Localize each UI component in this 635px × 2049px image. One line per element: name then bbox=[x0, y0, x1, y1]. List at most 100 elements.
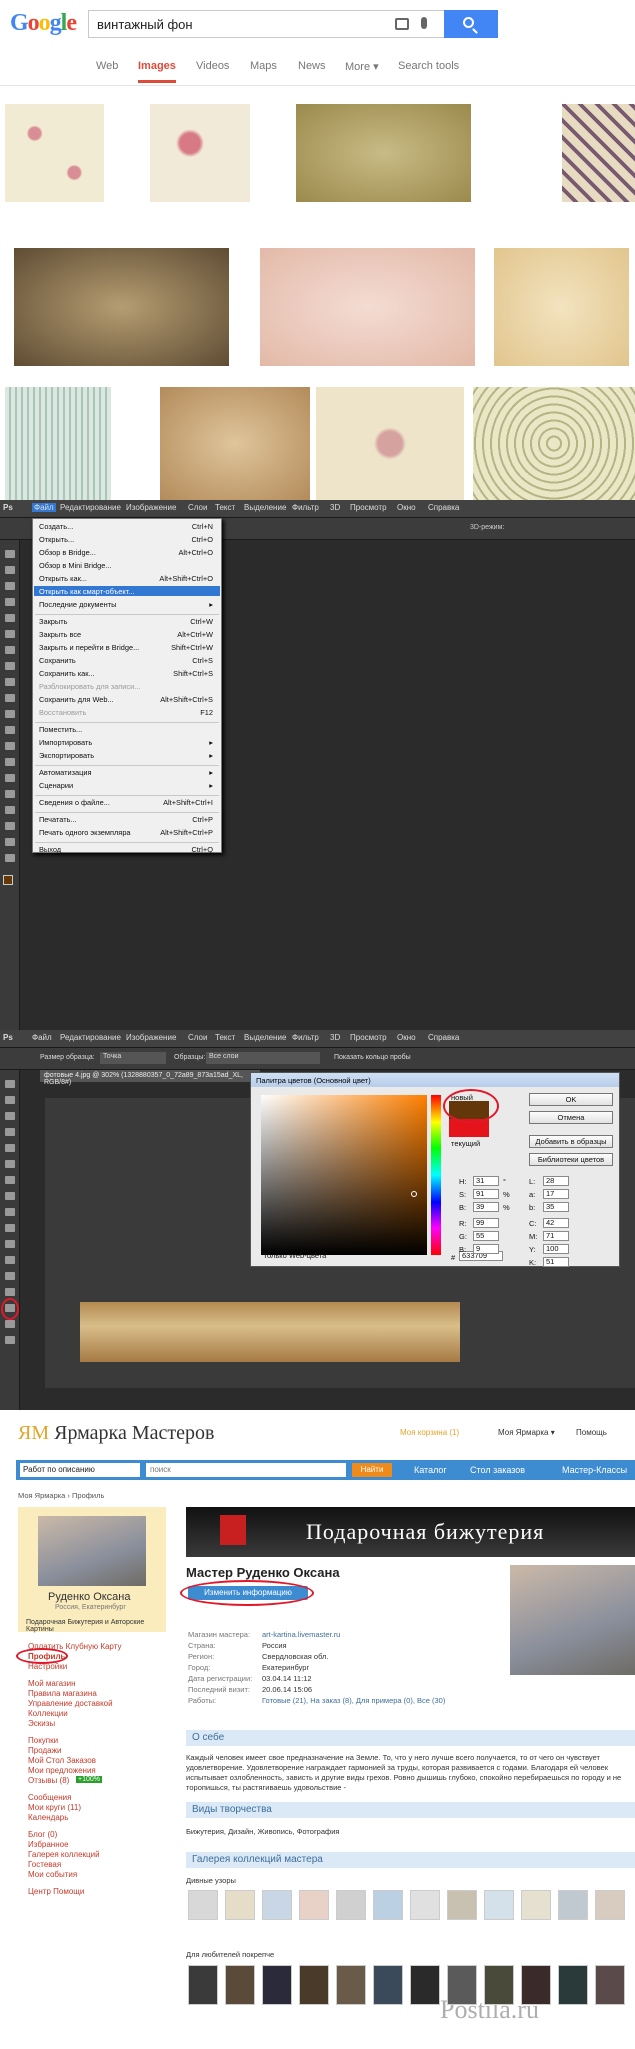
tab-web[interactable]: Web bbox=[96, 60, 118, 72]
color-field[interactable] bbox=[261, 1095, 427, 1255]
menu-window[interactable]: Окно bbox=[397, 503, 416, 512]
web-only-checkbox[interactable]: Только Web-цвета bbox=[263, 1251, 326, 1260]
dodge-tool-icon[interactable] bbox=[5, 1256, 15, 1264]
menu-item[interactable]: Создать... Ctrl+N bbox=[33, 522, 221, 532]
shape-tool-icon[interactable] bbox=[5, 822, 15, 830]
field-input[interactable]: 42 bbox=[543, 1218, 569, 1228]
crop-tool-icon[interactable] bbox=[5, 614, 15, 622]
collection-thumbnail[interactable] bbox=[447, 1965, 477, 2005]
cancel-button[interactable]: Отмена bbox=[529, 1111, 613, 1124]
nav-masterclasses[interactable]: Мастер-Классы bbox=[562, 1465, 627, 1475]
sidebar-link[interactable]: Избранное bbox=[28, 1840, 69, 1849]
menu-item[interactable]: Закрыть и перейти в Bridge... Shift+Ctrl+… bbox=[33, 643, 221, 653]
menu-item[interactable]: Сведения о файле... Alt+Shift+Ctrl+I bbox=[33, 798, 221, 808]
dodge-tool-icon[interactable] bbox=[5, 758, 15, 766]
collection-thumbnail[interactable] bbox=[299, 1890, 329, 1920]
sidebar-link[interactable]: Сообщения bbox=[28, 1793, 71, 1802]
nav-orders[interactable]: Стол заказов bbox=[470, 1465, 525, 1475]
google-logo[interactable]: Google bbox=[10, 10, 77, 37]
gradient-tool-icon[interactable] bbox=[5, 726, 15, 734]
field-input[interactable]: 28 bbox=[543, 1176, 569, 1186]
help-link[interactable]: Помощь bbox=[576, 1428, 607, 1437]
collection-thumbnail[interactable] bbox=[558, 1965, 588, 2005]
menu-select[interactable]: Выделение bbox=[244, 503, 286, 512]
profile-value[interactable]: art-kartina.livemaster.ru bbox=[262, 1630, 340, 1639]
path-select-tool-icon[interactable] bbox=[5, 806, 15, 814]
brush-tool-icon[interactable] bbox=[5, 662, 15, 670]
site-logo[interactable]: ЯМ Ярмарка Мастеров bbox=[18, 1422, 214, 1445]
menu-image[interactable]: Изображение bbox=[126, 1033, 176, 1042]
menu-item[interactable]: Автоматизация ▸ bbox=[33, 768, 221, 778]
master-photo[interactable] bbox=[510, 1565, 635, 1675]
field-input[interactable]: 55 bbox=[473, 1231, 499, 1241]
menu-view[interactable]: Просмотр bbox=[350, 1033, 387, 1042]
menu-item[interactable]: Поместить... bbox=[33, 725, 221, 735]
field-input[interactable]: 91 bbox=[473, 1189, 499, 1199]
menu-text[interactable]: Текст bbox=[215, 503, 235, 512]
menu-file[interactable]: Файл bbox=[32, 503, 56, 512]
camera-icon[interactable] bbox=[395, 18, 409, 30]
menu-item[interactable]: Экспортировать ▸ bbox=[33, 751, 221, 761]
collection-thumbnail[interactable] bbox=[336, 1965, 366, 2005]
menu-item[interactable]: Выход Ctrl+Q bbox=[33, 845, 221, 855]
collection-thumbnail[interactable] bbox=[484, 1965, 514, 2005]
tab-maps[interactable]: Maps bbox=[250, 60, 277, 72]
collection-thumbnail[interactable] bbox=[447, 1890, 477, 1920]
sample-size-select[interactable]: Точка bbox=[100, 1052, 166, 1064]
marquee-tool-icon[interactable] bbox=[5, 1096, 15, 1104]
collection-thumbnail[interactable] bbox=[410, 1890, 440, 1920]
blur-tool-icon[interactable] bbox=[5, 1240, 15, 1248]
menu-file[interactable]: Файл bbox=[32, 1033, 52, 1042]
menu-image[interactable]: Изображение bbox=[126, 503, 176, 512]
menu-3d[interactable]: 3D bbox=[330, 503, 340, 512]
menu-item[interactable]: Восстановить F12 bbox=[33, 708, 221, 718]
collection-thumbnail[interactable] bbox=[299, 1965, 329, 2005]
result-image[interactable] bbox=[5, 104, 104, 202]
field-input[interactable]: 39 bbox=[473, 1202, 499, 1212]
sidebar-link[interactable]: Мои круги (11) bbox=[28, 1803, 81, 1812]
menu-layers[interactable]: Слои bbox=[188, 1033, 207, 1042]
menu-item[interactable]: Сохранить как... Shift+Ctrl+S bbox=[33, 669, 221, 679]
collection-thumbnail[interactable] bbox=[595, 1890, 625, 1920]
menu-item[interactable]: Сохранить Ctrl+S bbox=[33, 656, 221, 666]
sidebar-link[interactable]: Галерея коллекций bbox=[28, 1850, 100, 1859]
field-input[interactable]: 9 bbox=[473, 1244, 499, 1254]
field-input[interactable]: 31 bbox=[473, 1176, 499, 1186]
result-image[interactable] bbox=[296, 104, 471, 202]
eyedropper-tool-icon[interactable] bbox=[5, 630, 15, 638]
field-input[interactable]: 100 bbox=[543, 1244, 569, 1254]
sidebar-link[interactable]: Мой Стол Заказов bbox=[28, 1756, 96, 1765]
move-tool-icon[interactable] bbox=[5, 1080, 15, 1088]
profile-value[interactable]: Готовые (21), На заказ (8), Для примера … bbox=[262, 1696, 445, 1705]
collection-thumbnail[interactable] bbox=[595, 1965, 625, 2005]
tab-news[interactable]: News bbox=[298, 60, 326, 72]
brush-tool-icon[interactable] bbox=[5, 1176, 15, 1184]
result-image[interactable] bbox=[473, 387, 635, 500]
lasso-tool-icon[interactable] bbox=[5, 1112, 15, 1120]
collection-thumbnail[interactable] bbox=[188, 1890, 218, 1920]
sidebar-link[interactable]: Мои предложения bbox=[28, 1766, 96, 1775]
result-image[interactable] bbox=[562, 104, 635, 202]
menu-item[interactable]: Открыть... Ctrl+O bbox=[33, 535, 221, 545]
sidebar-link[interactable]: Покупки bbox=[28, 1736, 58, 1745]
type-tool-icon[interactable] bbox=[5, 790, 15, 798]
collection-thumbnail[interactable] bbox=[521, 1965, 551, 2005]
collection-thumbnail[interactable] bbox=[410, 1965, 440, 2005]
collection-thumbnail[interactable] bbox=[336, 1890, 366, 1920]
blur-tool-icon[interactable] bbox=[5, 742, 15, 750]
menu-select[interactable]: Выделение bbox=[244, 1033, 286, 1042]
result-image[interactable] bbox=[5, 387, 111, 500]
field-input[interactable]: 51 bbox=[543, 1257, 569, 1267]
add-to-swatches-button[interactable]: Добавить в образцы bbox=[529, 1135, 613, 1148]
sidebar-link[interactable]: Коллекции bbox=[28, 1709, 68, 1718]
heal-tool-icon[interactable] bbox=[5, 646, 15, 654]
microphone-icon[interactable] bbox=[421, 17, 427, 29]
color-cursor[interactable] bbox=[411, 1191, 417, 1197]
menu-help[interactable]: Справка bbox=[428, 503, 459, 512]
menu-item[interactable]: Обзор в Mini Bridge... bbox=[33, 561, 221, 571]
collection-thumbnail[interactable] bbox=[558, 1890, 588, 1920]
menu-view[interactable]: Просмотр bbox=[350, 503, 387, 512]
menu-edit[interactable]: Редактирование bbox=[60, 1033, 121, 1042]
menu-item[interactable]: Открыть как... Alt+Shift+Ctrl+O bbox=[33, 574, 221, 584]
collection-thumbnail[interactable] bbox=[262, 1965, 292, 2005]
